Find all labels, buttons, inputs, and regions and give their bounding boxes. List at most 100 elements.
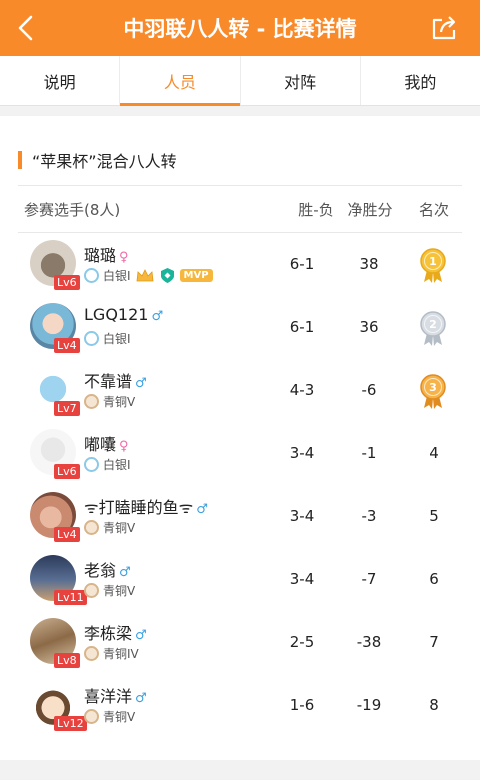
tier-icon bbox=[84, 583, 99, 598]
level-badge: Lv4 bbox=[54, 527, 80, 542]
player-name[interactable]: LGQ121 ♂ bbox=[84, 305, 163, 324]
tier-icon bbox=[84, 709, 99, 724]
svg-text:2: 2 bbox=[429, 318, 437, 331]
chevron-left-icon bbox=[18, 15, 33, 41]
player-tier: 青铜V bbox=[84, 708, 135, 725]
player-tier: 青铜V bbox=[84, 519, 135, 536]
win-loss-value: 6-1 bbox=[289, 318, 315, 336]
tab-matchups[interactable]: 对阵 bbox=[241, 56, 361, 105]
player-tier: 青铜IV bbox=[84, 645, 139, 662]
tier-label: 白银I bbox=[103, 458, 131, 472]
player-name-text: 老翁 bbox=[84, 561, 117, 580]
male-icon: ♂ bbox=[135, 376, 147, 391]
win-loss-value: 2-5 bbox=[289, 633, 315, 651]
player-row[interactable]: Lv7 不靠谱 ♂ 青铜V 4-3 -6 3 bbox=[0, 360, 480, 423]
rank-medal-icon: 2 bbox=[420, 311, 446, 346]
tier-label: 青铜IV bbox=[103, 647, 139, 661]
tab-players[interactable]: 人员 bbox=[120, 56, 241, 106]
player-name[interactable]: 嘟囔 ♀ bbox=[84, 431, 129, 455]
header-net-points: 净胜分 bbox=[347, 200, 393, 219]
player-tier: 白银I bbox=[84, 330, 131, 347]
player-row[interactable]: Lv6 璐璐 ♀ 白银I MVP 6-1 38 1 bbox=[0, 234, 480, 297]
player-row[interactable]: Lv12 喜洋洋 ♂ 青铜V 1-6 -19 8 bbox=[0, 675, 480, 738]
net-points-value: 38 bbox=[359, 255, 379, 273]
level-badge: Lv6 bbox=[54, 464, 80, 479]
female-icon: ♀ bbox=[119, 439, 129, 454]
mvp-badge: MVP bbox=[179, 269, 213, 282]
player-row[interactable]: Lv11 老翁 ♂ 青铜V 3-4 -7 6 bbox=[0, 549, 480, 612]
level-badge: Lv12 bbox=[54, 716, 87, 731]
tier-label: 青铜V bbox=[103, 584, 136, 598]
male-icon: ♂ bbox=[119, 565, 131, 580]
crown-icon bbox=[136, 268, 154, 284]
player-name-text: 不靠谱 bbox=[84, 372, 133, 391]
tab-description[interactable]: 说明 bbox=[0, 56, 121, 105]
player-name-text: 璐璐 bbox=[84, 246, 117, 265]
player-name-text: 喜洋洋 bbox=[84, 687, 133, 706]
net-points-value: -6 bbox=[361, 381, 377, 399]
player-name-text: LGQ121 bbox=[84, 305, 149, 324]
player-name[interactable]: ᯤ打瞌睡的鱼ᯤ ♂ bbox=[84, 494, 208, 518]
svg-text:1: 1 bbox=[429, 255, 437, 268]
tier-label: 青铜V bbox=[103, 521, 136, 535]
player-name[interactable]: 李栋梁 ♂ bbox=[84, 620, 147, 644]
female-icon: ♀ bbox=[119, 250, 129, 265]
rank-value: 5 bbox=[429, 507, 439, 525]
player-name[interactable]: 老翁 ♂ bbox=[84, 557, 131, 581]
tier-icon bbox=[84, 520, 99, 535]
win-loss-value: 3-4 bbox=[289, 507, 315, 525]
player-row[interactable]: Lv4 LGQ121 ♂ 白银I 6-1 36 2 bbox=[0, 297, 480, 360]
win-loss-value: 3-4 bbox=[289, 444, 315, 462]
male-icon: ♂ bbox=[135, 691, 147, 706]
event-name: “苹果杯”混合八人转 bbox=[32, 152, 177, 171]
player-tier: 青铜V bbox=[84, 393, 135, 410]
player-name[interactable]: 璐璐 ♀ bbox=[84, 242, 129, 266]
player-name[interactable]: 不靠谱 ♂ bbox=[84, 368, 147, 392]
net-points-value: -19 bbox=[356, 696, 382, 714]
male-icon: ♂ bbox=[151, 309, 164, 324]
win-loss-value: 4-3 bbox=[289, 381, 315, 399]
rank-medal-icon: 1 bbox=[420, 248, 446, 283]
player-row[interactable]: Lv6 嘟囔 ♀ 白银I 3-4 -1 4 bbox=[0, 423, 480, 486]
rank-medal-icon: 3 bbox=[420, 374, 446, 409]
tier-label: 白银I bbox=[103, 269, 131, 283]
level-badge: Lv7 bbox=[54, 401, 80, 416]
back-button[interactable] bbox=[10, 12, 42, 44]
players-card: “苹果杯”混合八人转 参赛选手(8人) 胜-负 净胜分 名次 Lv6 璐璐 ♀ 白… bbox=[0, 116, 480, 760]
tier-icon bbox=[84, 457, 99, 472]
divider bbox=[18, 232, 462, 233]
level-badge: Lv11 bbox=[54, 590, 87, 605]
rank-value: 8 bbox=[429, 696, 439, 714]
tier-icon bbox=[84, 331, 99, 346]
tier-label: 青铜V bbox=[103, 395, 136, 409]
shield-icon bbox=[159, 267, 176, 284]
tab-bar: 说明 人员 对阵 我的 bbox=[0, 56, 480, 106]
tier-label: 青铜V bbox=[103, 710, 136, 724]
table-header: 参赛选手(8人) 胜-负 净胜分 名次 bbox=[18, 186, 462, 232]
tab-mine[interactable]: 我的 bbox=[361, 56, 480, 105]
net-points-value: -3 bbox=[361, 507, 377, 525]
level-badge: Lv8 bbox=[54, 653, 80, 668]
male-icon: ♂ bbox=[196, 502, 208, 517]
win-loss-value: 6-1 bbox=[289, 255, 315, 273]
share-icon bbox=[432, 16, 456, 40]
player-name-text: 嘟囔 bbox=[84, 435, 117, 454]
svg-text:3: 3 bbox=[429, 381, 437, 394]
rank-value: 6 bbox=[429, 570, 439, 588]
level-badge: Lv6 bbox=[54, 275, 80, 290]
net-points-value: -7 bbox=[361, 570, 377, 588]
player-name-text: 李栋梁 bbox=[84, 624, 133, 643]
section-accent-bar bbox=[18, 151, 22, 169]
section-title: “苹果杯”混合八人转 bbox=[18, 150, 177, 171]
player-row[interactable]: Lv4 ᯤ打瞌睡的鱼ᯤ ♂ 青铜V 3-4 -3 5 bbox=[0, 486, 480, 549]
share-button[interactable] bbox=[430, 14, 458, 42]
player-name[interactable]: 喜洋洋 ♂ bbox=[84, 683, 147, 707]
player-name-text: ᯤ打瞌睡的鱼ᯤ bbox=[84, 498, 194, 517]
player-row[interactable]: Lv8 李栋梁 ♂ 青铜IV 2-5 -38 7 bbox=[0, 612, 480, 675]
app-header: 中羽联八人转 - 比赛详情 bbox=[0, 0, 480, 56]
tier-icon bbox=[84, 268, 99, 283]
header-rank: 名次 bbox=[418, 200, 449, 219]
win-loss-value: 3-4 bbox=[289, 570, 315, 588]
tier-icon bbox=[84, 394, 99, 409]
header-player: 参赛选手(8人) bbox=[24, 200, 121, 219]
